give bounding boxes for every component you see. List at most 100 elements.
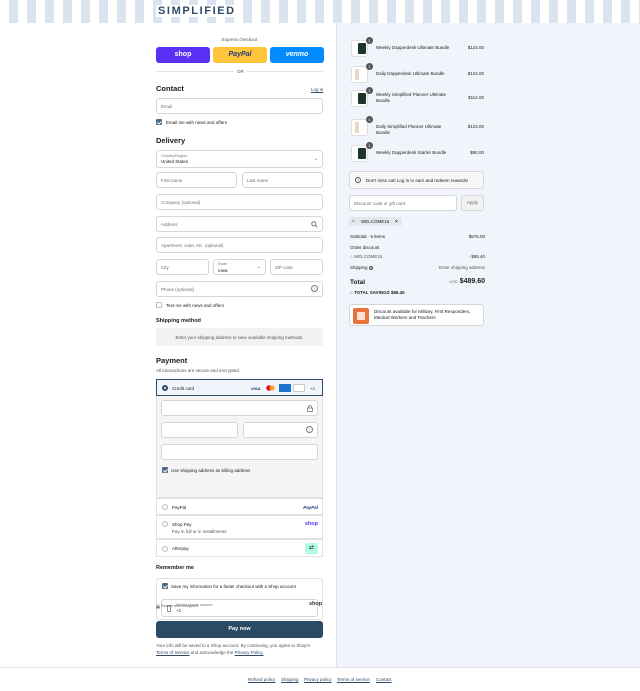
billing-checkbox[interactable] — [162, 467, 168, 473]
zip-placeholder: ZIP code — [275, 265, 293, 270]
product-price: $90.00 — [470, 150, 484, 155]
savings-value: $86.40 — [390, 290, 405, 295]
lock-icon — [156, 604, 160, 609]
product-price: $124.00 — [467, 124, 484, 129]
military-discount-banner[interactable]: Discount available for Military, First R… — [349, 304, 484, 326]
paypal-option[interactable]: PayPal PayPal — [156, 498, 323, 515]
payment-subtitle: All transactions are secure and encrypte… — [156, 368, 241, 373]
product-price: $114.00 — [468, 95, 484, 100]
info-icon: ! — [355, 176, 361, 183]
apply-button[interactable]: Apply — [461, 195, 484, 211]
discount-input[interactable]: Discount code or gift card — [349, 195, 457, 211]
discount-value: - $86.40 — [468, 254, 485, 259]
product-name: Daily Dapperdesk Ultimate Bundle — [376, 71, 445, 76]
state-value: Iowa — [218, 267, 228, 273]
afterpay-icon: ⇄ — [305, 543, 318, 554]
total-value: $489.60 — [459, 278, 485, 285]
product-thumbnail — [351, 119, 368, 136]
first-name-placeholder: First name — [161, 178, 183, 183]
chevron-down-icon: ⌄ — [256, 264, 261, 270]
news-checkbox[interactable] — [156, 119, 162, 125]
cvv-field[interactable]: ? — [243, 422, 318, 438]
apartment-field[interactable]: Apartment, suite, etc. (optional) — [156, 237, 323, 253]
close-icon[interactable]: ✕ — [395, 219, 399, 224]
state-select[interactable]: State Iowa ⌄ — [213, 259, 266, 275]
paypal-logo: PayPal — [303, 504, 318, 510]
pay-now-button[interactable]: Pay now — [156, 621, 323, 638]
shoppay-radio[interactable] — [162, 521, 168, 527]
shipping-method-placeholder: Enter your shipping address to view avai… — [175, 334, 304, 340]
news-label: Email me with news and offers — [166, 120, 227, 125]
text-checkbox[interactable] — [156, 302, 162, 308]
footer: Refund policy Shipping Privacy policy Te… — [0, 667, 640, 691]
shoppay-option[interactable]: Shop Pay Pay in full or in installments … — [156, 515, 323, 539]
card-number-field[interactable] — [161, 400, 318, 416]
country-value: United States — [161, 159, 189, 164]
billing-label: Use shipping address as billing address — [171, 468, 251, 473]
product-thumbnail — [351, 40, 368, 57]
save-info-checkbox[interactable] — [162, 583, 168, 589]
header: SIMPLIFIED — [0, 0, 640, 23]
express-checkout-title: Express checkout — [221, 37, 258, 42]
company-field[interactable]: Company (optional) — [156, 194, 323, 210]
venmo-button[interactable]: venmo — [270, 47, 324, 63]
country-label: Country/Region — [161, 153, 188, 158]
help-icon[interactable]: ? — [311, 285, 318, 292]
product-name: Daily Simplified Planner Ultimate Bundle — [376, 124, 442, 135]
email-field[interactable]: Email — [156, 98, 323, 114]
shipping-method-box: Enter your shipping address to view avai… — [156, 328, 323, 346]
shoppay-label: Shop Pay — [172, 521, 192, 527]
discount-placeholder: Discount code or gift card — [354, 201, 406, 206]
afterpay-option[interactable]: Afterpay ⇄ — [156, 539, 323, 557]
contact-heading: Contact — [156, 84, 184, 93]
paypal-button[interactable]: PayPal — [213, 47, 267, 63]
terms-link[interactable]: Terms of Service — [156, 650, 190, 655]
afterpay-radio[interactable] — [162, 545, 168, 552]
first-name-field[interactable]: First name — [156, 172, 237, 188]
contact-link[interactable]: Contact — [376, 677, 392, 682]
logo[interactable]: SIMPLIFIED — [156, 5, 238, 17]
state-label: State — [218, 262, 227, 266]
paypal-radio[interactable] — [162, 504, 168, 510]
mobile-phone-field[interactable]: Mobile phone number +1 — [161, 599, 318, 617]
shop-pay-button[interactable]: shop — [156, 47, 210, 63]
address-field[interactable]: Address — [156, 216, 323, 232]
shoppay-subtitle: Pay in full or in installments — [172, 528, 227, 534]
city-field[interactable]: City — [156, 259, 209, 275]
lock-icon — [307, 405, 313, 412]
help-icon[interactable]: ? — [306, 426, 313, 433]
remember-me-heading: Remember me — [156, 565, 194, 571]
discount-tag-code: WELCOME15 — [361, 219, 390, 224]
shipping-link[interactable]: Shipping — [281, 677, 299, 682]
address-placeholder: Address — [161, 222, 178, 227]
refund-policy-link[interactable]: Refund policy — [248, 677, 275, 682]
zip-field[interactable]: ZIP code — [270, 259, 323, 275]
quantity-badge: 1 — [366, 87, 373, 94]
discover-icon — [293, 384, 305, 392]
expiry-field[interactable] — [161, 422, 238, 438]
rewards-banner[interactable]: ! Don't miss out! Log in to earn and red… — [349, 171, 484, 189]
city-placeholder: City — [161, 265, 169, 270]
military-discount-text: Discount available for Military, First R… — [374, 309, 471, 320]
legal-and: and acknowledge the — [190, 649, 234, 655]
last-name-field[interactable]: Last name — [242, 172, 323, 188]
country-select[interactable]: Country/Region United States ⌄ — [156, 150, 323, 168]
card-form: ? Use shipping address as billing addres… — [156, 396, 323, 498]
credit-card-option[interactable]: Credit card VISA +3 — [156, 379, 323, 396]
terms-of-service-link[interactable]: Terms of service — [337, 677, 370, 682]
apartment-placeholder: Apartment, suite, etc. (optional) — [161, 243, 224, 248]
save-info-label: Save my information for a faster checkou… — [171, 584, 296, 589]
legal-text: Your info will be saved to a Shop accoun… — [156, 643, 326, 656]
shipping-method-heading: Shipping method — [156, 318, 201, 324]
legal-line: Your info will be saved to a Shop accoun… — [156, 643, 311, 648]
paypal-label: PayPal — [172, 504, 187, 510]
name-on-card-field[interactable] — [161, 444, 318, 460]
privacy-policy-link[interactable]: Privacy policy — [304, 677, 332, 682]
phone-field[interactable]: Phone (optional) ? — [156, 281, 323, 297]
visa-icon: VISA — [251, 385, 261, 391]
login-link[interactable]: Log in — [311, 87, 323, 92]
savings-label: TOTAL SAVINGS — [353, 290, 390, 295]
company-placeholder: Company (optional) — [161, 200, 201, 205]
privacy-link[interactable]: Privacy Policy. — [235, 650, 264, 655]
credit-card-radio[interactable] — [162, 385, 168, 391]
